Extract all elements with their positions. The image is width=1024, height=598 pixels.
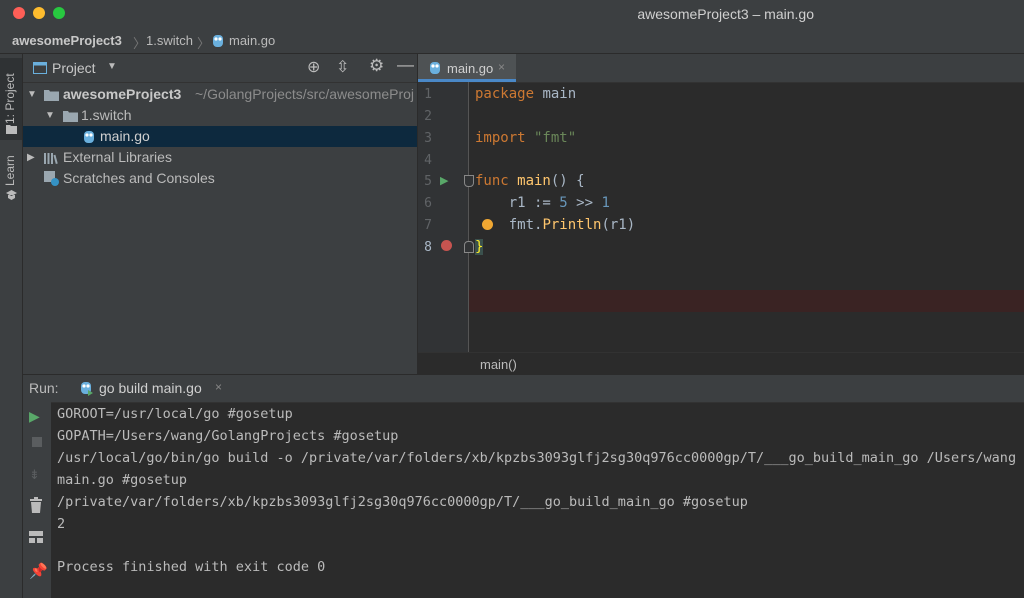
- tree-item-file[interactable]: main.go: [23, 126, 417, 147]
- stop-icon[interactable]: [29, 434, 45, 450]
- breakpoint-line-highlight: [469, 290, 1024, 312]
- console-line: GOROOT=/usr/local/go #gosetup: [57, 406, 293, 422]
- breadcrumb: awesomeProject3 〉 1.switch 〉 main.go: [0, 28, 1024, 54]
- fold-icon[interactable]: [464, 175, 474, 187]
- run-tab[interactable]: go build main.go ×: [73, 375, 233, 402]
- console-line: GOPATH=/Users/wang/GolangProjects #goset…: [57, 428, 399, 444]
- code-line-1[interactable]: package main: [475, 86, 576, 102]
- minimize-icon[interactable]: —: [397, 55, 414, 75]
- fold-icon[interactable]: [464, 241, 474, 253]
- folder-icon: [63, 111, 78, 122]
- line-number: 3: [424, 131, 432, 146]
- layout-icon[interactable]: [29, 530, 45, 546]
- code-line-3[interactable]: import "fmt": [475, 130, 576, 146]
- code-line-7[interactable]: fmt.Println(r1): [475, 217, 635, 233]
- scratches-icon: [44, 171, 59, 186]
- tree-item-scratches[interactable]: Scratches and Consoles: [23, 168, 417, 189]
- graduation-cap-icon: [6, 190, 17, 200]
- rerun-icon[interactable]: ▶: [29, 408, 45, 424]
- tree-item-external-libraries[interactable]: ▶ External Libraries: [23, 147, 417, 168]
- chevron-right-icon: ▶: [27, 152, 35, 163]
- chevron-down-icon[interactable]: ▼: [107, 61, 117, 72]
- gopher-run-icon: [81, 382, 93, 396]
- editor-panel: main.go × 1 2 3 4 5 6 7 8 ▶ package main…: [418, 54, 1024, 375]
- tab-main-go[interactable]: main.go ×: [418, 54, 516, 82]
- run-toolbar: ▶ ⇟ 📌: [23, 402, 51, 598]
- chevron-right-icon: 〉: [197, 36, 211, 51]
- console-line: 2: [57, 516, 66, 532]
- folder-icon: [6, 125, 17, 134]
- window-title: awesomeProject3 – main.go: [637, 6, 814, 22]
- chevron-right-icon: 〉: [133, 36, 147, 51]
- console-line: /usr/local/go/bin/go build -o /private/v…: [57, 450, 1017, 466]
- close-tab-icon[interactable]: ×: [215, 380, 222, 394]
- chevron-down-icon: ▼: [27, 89, 37, 100]
- line-number: 4: [424, 153, 432, 168]
- code-line-6[interactable]: r1 := 5 >> 1: [475, 195, 610, 211]
- run-panel-header: Run: go build main.go ×: [23, 375, 1024, 403]
- breadcrumb-folder[interactable]: 1.switch: [146, 33, 193, 48]
- tree-item-root[interactable]: ▼ awesomeProject3 ~/GolangProjects/src/a…: [23, 84, 417, 105]
- chevron-down-icon: ▼: [45, 110, 55, 121]
- line-number: 8: [424, 240, 432, 255]
- close-tab-icon[interactable]: ×: [498, 60, 505, 74]
- gopher-file-icon: [212, 33, 224, 51]
- project-view-icon: [33, 62, 47, 74]
- pin-icon[interactable]: 📌: [29, 562, 48, 580]
- folder-icon: [44, 90, 59, 101]
- project-view-title[interactable]: Project: [52, 60, 96, 76]
- title-bar: awesomeProject3 – main.go: [0, 0, 1024, 29]
- collapse-all-icon[interactable]: ⇳: [336, 57, 349, 77]
- run-panel: Run: go build main.go × ▶ ⇟ 📌 GOROOT=/us…: [23, 375, 1024, 598]
- line-number: 2: [424, 109, 432, 124]
- project-panel: Project ▼ ⊕ ⇳ ⚙ — ▼ awesomeProject3 ~/Go…: [23, 54, 417, 374]
- project-tool-tab[interactable]: 1: Project: [0, 58, 22, 140]
- breadcrumb-project[interactable]: awesomeProject3: [12, 33, 122, 48]
- trash-icon[interactable]: [29, 497, 45, 513]
- gopher-file-icon: [84, 131, 94, 143]
- sort-icon[interactable]: ⇟: [29, 467, 45, 483]
- console-line: main.go #gosetup: [57, 472, 188, 488]
- run-gutter-icon[interactable]: ▶: [440, 174, 448, 187]
- line-number: 6: [424, 196, 432, 211]
- run-label: Run:: [29, 380, 59, 396]
- line-number: 5: [424, 174, 432, 189]
- breadcrumb-file[interactable]: main.go: [229, 33, 275, 48]
- function-breadcrumb[interactable]: main(): [480, 357, 517, 372]
- left-tool-strip: 1: Project Learn: [0, 54, 23, 598]
- editor-tab-bar: main.go ×: [418, 54, 1024, 83]
- tree-item-folder[interactable]: ▼ 1.switch: [23, 105, 417, 126]
- gear-icon[interactable]: ⚙: [369, 56, 384, 76]
- breakpoint-icon[interactable]: [441, 240, 452, 251]
- line-number: 1: [424, 87, 432, 102]
- console-output[interactable]: GOROOT=/usr/local/go #gosetup GOPATH=/Us…: [57, 402, 1024, 598]
- crosshair-icon[interactable]: ⊕: [307, 57, 320, 77]
- line-number: 7: [424, 218, 432, 233]
- library-icon: [44, 153, 58, 164]
- console-line: /private/var/folders/xb/kpzbs3093glfj2sg…: [57, 494, 748, 510]
- learn-tool-tab[interactable]: Learn: [0, 150, 22, 210]
- project-panel-header: Project ▼ ⊕ ⇳ ⚙ —: [23, 54, 417, 83]
- editor-breadcrumb-bar: main(): [418, 352, 1024, 375]
- code-line-5[interactable]: func main() {: [475, 173, 585, 189]
- gopher-file-icon: [430, 62, 440, 74]
- code-line-8[interactable]: }: [475, 239, 484, 255]
- console-line: Process finished with exit code 0: [57, 559, 326, 575]
